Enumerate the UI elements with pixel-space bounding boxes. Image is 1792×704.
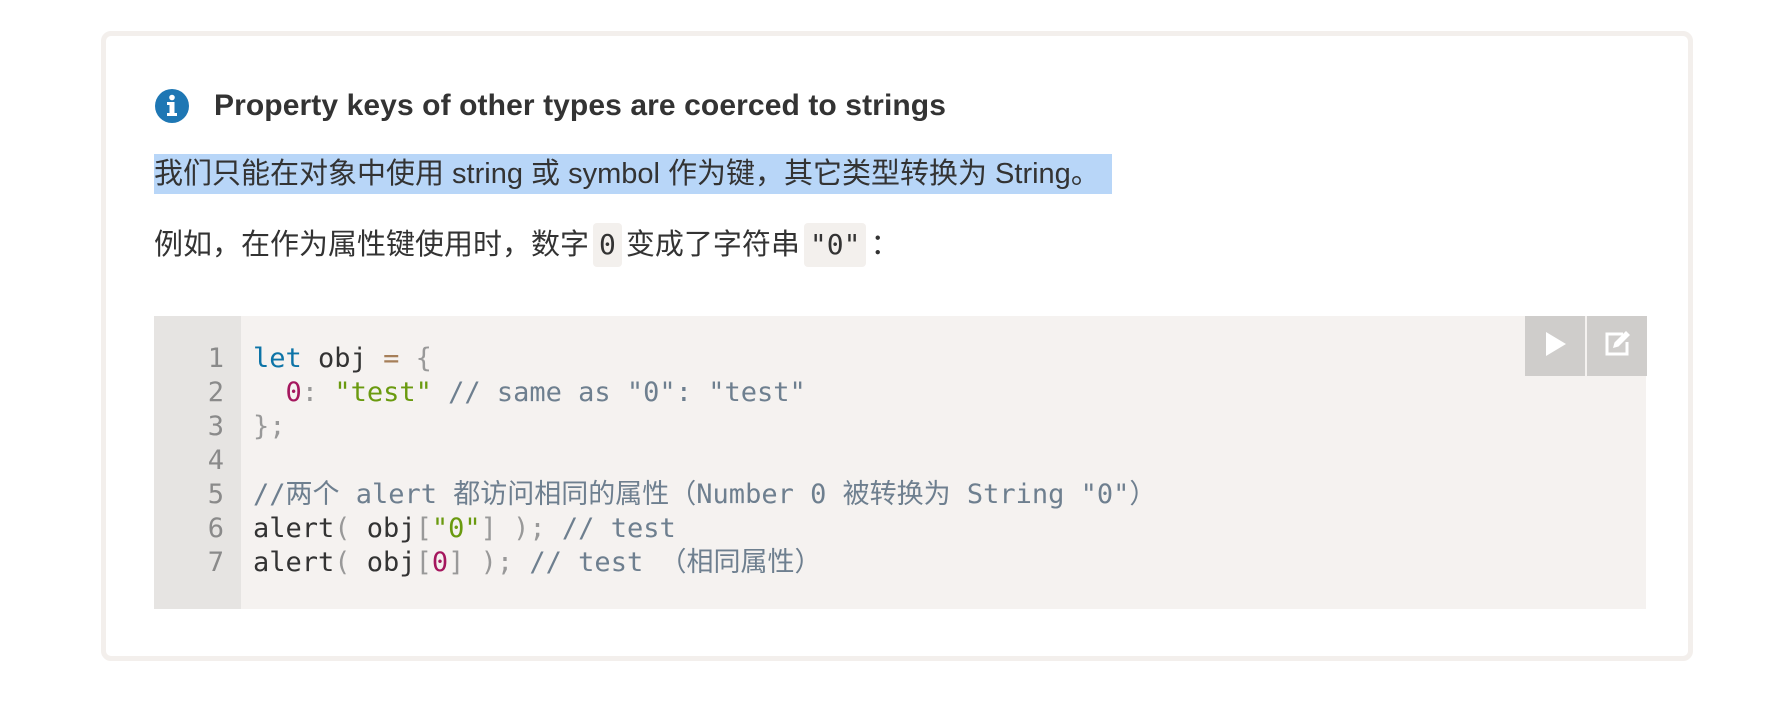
- info-icon: [154, 88, 190, 124]
- code-token: ]: [480, 513, 497, 544]
- code-token: [: [415, 547, 432, 578]
- code-line: };: [253, 410, 1156, 444]
- code-token: 0: [431, 547, 449, 578]
- code-token: obj: [301, 343, 384, 374]
- paragraph-text: 变成了字符串: [625, 229, 800, 261]
- note-title: Property keys of other types are coerced…: [214, 89, 947, 122]
- code-token: // test: [545, 513, 676, 544]
- note-header: Property keys of other types are coerced…: [154, 88, 946, 124]
- code-line: alert( obj[0] ); // test （相同属性）: [253, 546, 1156, 580]
- code-token: //两个 alert 都访问相同的属性（Number 0 被转换为 String…: [253, 479, 1157, 510]
- code-token: =: [383, 343, 400, 374]
- play-icon: [1542, 330, 1568, 363]
- code-line: //两个 alert 都访问相同的属性（Number 0 被转换为 String…: [253, 478, 1156, 512]
- code-token: (: [334, 513, 351, 544]
- code-token: // test （相同属性）: [513, 547, 822, 578]
- example-paragraph: 例如，在作为属性键使用时，数字 0 变成了字符串 "0" ：: [154, 222, 899, 268]
- code-token: alert: [253, 547, 335, 578]
- line-number-gutter: 1234567: [154, 316, 241, 609]
- paragraph-text: ：: [870, 229, 900, 261]
- line-number: 4: [207, 445, 224, 476]
- code-token: "test": [334, 377, 432, 408]
- line-number: 1: [207, 343, 224, 374]
- line-numbers: 1234567: [154, 342, 224, 580]
- highlighted-paragraph: 我们只能在对象中使用 string 或 symbol 作为键，其它类型转换为 S…: [154, 154, 1112, 194]
- code-token: alert: [253, 513, 335, 544]
- code-content[interactable]: let obj = { 0: "test" // same as "0": "t…: [253, 342, 1156, 580]
- line-number: 3: [207, 411, 224, 442]
- edit-icon: [1601, 328, 1633, 365]
- code-token: let: [253, 343, 302, 374]
- code-token: ]: [448, 547, 465, 578]
- edit-button[interactable]: [1587, 316, 1647, 376]
- code-block: 1234567 let obj = { 0: "test" // same as…: [154, 316, 1647, 609]
- code-token: :: [301, 377, 319, 408]
- inline-code-number: 0: [593, 223, 622, 267]
- code-token: );: [480, 547, 514, 578]
- code-token: obj: [350, 513, 416, 544]
- line-number: 6: [207, 513, 224, 544]
- line-number: 7: [207, 547, 224, 578]
- code-line: let obj = {: [253, 342, 1156, 376]
- code-line: 0: "test" // same as "0": "test": [253, 376, 1156, 410]
- code-token: [: [415, 513, 432, 544]
- line-number: 5: [207, 479, 224, 510]
- run-button[interactable]: [1525, 316, 1585, 376]
- line-number: 2: [207, 377, 224, 408]
- code-token: // same as "0": "test": [431, 377, 806, 408]
- code-token: "0": [431, 513, 481, 544]
- code-token: 0: [285, 377, 302, 408]
- code-token: (: [334, 547, 351, 578]
- paragraph-text: 例如，在作为属性键使用时，数字: [154, 229, 590, 261]
- code-token: obj: [350, 547, 416, 578]
- inline-code-string: "0": [803, 223, 867, 267]
- code-line: alert( obj["0"] ); // test: [253, 512, 1156, 546]
- code-token: {: [415, 343, 432, 374]
- code-token: );: [513, 513, 546, 544]
- code-token: };: [253, 411, 286, 442]
